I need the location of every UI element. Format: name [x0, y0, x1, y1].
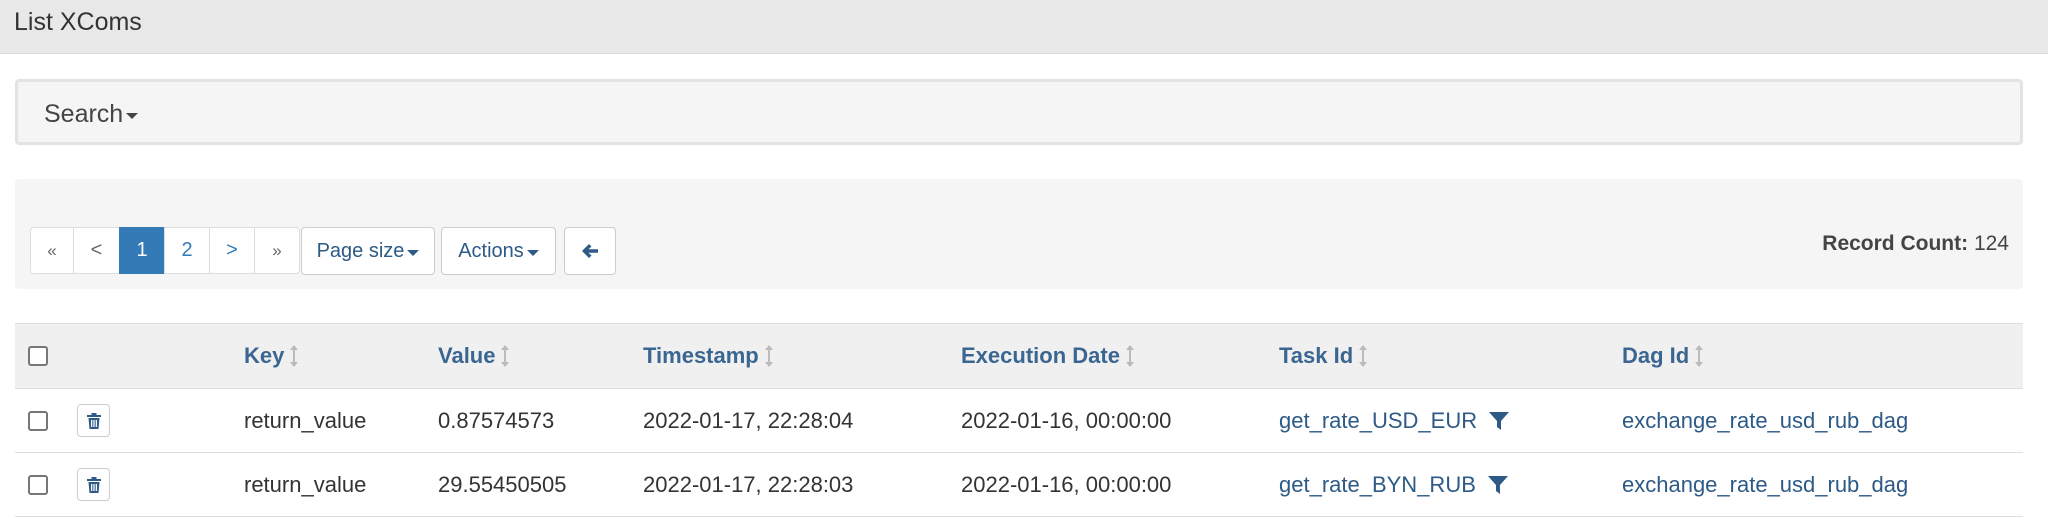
dag-id-link[interactable]: exchange_rate_usd_rub_dag [1622, 472, 1908, 498]
trash-icon [86, 476, 101, 493]
next-page-button[interactable]: > [209, 227, 255, 274]
prev-page-button[interactable]: < [73, 227, 120, 274]
arrow-left-icon [582, 244, 598, 258]
pagination: « < 1 2 > » [30, 227, 300, 274]
sort-icon [501, 345, 510, 367]
column-header-task-id[interactable]: Task Id [1279, 324, 1368, 388]
cell-task-id: get_rate_USD_EUR [1279, 389, 1510, 452]
xcom-table: Key Value Timestamp Execution Date Task … [15, 323, 2023, 517]
task-id-link[interactable]: get_rate_USD_EUR [1279, 408, 1477, 434]
page-size-label: Page size [316, 239, 405, 262]
caret-down-icon [407, 249, 420, 256]
toolbar-panel: « < 1 2 > » Page size Actions Record Cou… [15, 179, 2023, 289]
cell-value: 29.55450505 [438, 471, 567, 497]
sort-icon [290, 345, 299, 367]
column-header-execution-date[interactable]: Execution Date [961, 324, 1134, 388]
search-label: Search [44, 100, 124, 128]
actions-label: Actions [458, 239, 524, 262]
record-count-value: 124 [1973, 232, 2009, 255]
delete-button[interactable] [77, 404, 110, 437]
column-header-label: Value [438, 343, 496, 368]
select-all-cell [28, 324, 48, 388]
cell-timestamp: 2022-01-17, 22:28:03 [643, 471, 854, 497]
record-count: Record Count: 124 [1822, 232, 2009, 256]
delete-button[interactable] [77, 468, 110, 501]
record-count-label: Record Count: [1822, 232, 1969, 255]
filter-icon[interactable] [1489, 411, 1510, 431]
cell-key: return_value [244, 471, 367, 497]
column-header-label: Key [244, 343, 285, 368]
column-header-label: Task Id [1279, 343, 1354, 368]
row-select-cell [28, 453, 48, 516]
row-actions-cell [77, 453, 110, 516]
dag-id-link[interactable]: exchange_rate_usd_rub_dag [1622, 408, 1908, 434]
row-checkbox[interactable] [28, 474, 48, 495]
column-header-key[interactable]: Key [244, 324, 299, 388]
task-id-link[interactable]: get_rate_BYN_RUB [1279, 472, 1476, 498]
cell-execution-date: 2022-01-16, 00:00:00 [961, 471, 1172, 497]
caret-down-icon [126, 113, 139, 119]
row-select-cell [28, 389, 48, 452]
page-header: List XComs [0, 0, 2048, 54]
column-header-label: Timestamp [643, 343, 759, 368]
cell-dag-id: exchange_rate_usd_rub_dag [1622, 453, 1908, 516]
page-2-button[interactable]: 2 [164, 227, 210, 274]
row-actions-cell [77, 389, 110, 452]
cell-dag-id: exchange_rate_usd_rub_dag [1622, 389, 1908, 452]
cell-task-id: get_rate_BYN_RUB [1279, 453, 1508, 516]
table-row: return_value 0.87574573 2022-01-17, 22:2… [15, 389, 2023, 453]
trash-icon [86, 412, 101, 429]
select-all-checkbox[interactable] [28, 346, 48, 366]
cell-timestamp: 2022-01-17, 22:28:04 [643, 407, 854, 433]
actions-button[interactable]: Actions [441, 227, 556, 275]
page-title: List XComs [14, 8, 142, 36]
page-1-button[interactable]: 1 [119, 227, 165, 274]
last-page-button[interactable]: » [254, 227, 300, 274]
column-header-label: Execution Date [961, 343, 1120, 368]
sort-icon [1695, 345, 1704, 367]
caret-down-icon [526, 249, 539, 256]
sort-icon [1359, 345, 1368, 367]
sort-icon [1125, 345, 1134, 367]
first-page-button[interactable]: « [30, 227, 74, 274]
filter-icon[interactable] [1487, 475, 1508, 495]
back-button[interactable] [564, 227, 616, 275]
row-checkbox[interactable] [28, 410, 48, 431]
column-header-label: Dag Id [1622, 343, 1690, 368]
cell-key: return_value [244, 407, 367, 433]
search-toggle[interactable]: Search [44, 100, 139, 129]
column-header-value[interactable]: Value [438, 324, 510, 388]
column-header-dag-id[interactable]: Dag Id [1622, 324, 1704, 388]
table-header: Key Value Timestamp Execution Date Task … [15, 323, 2023, 389]
cell-execution-date: 2022-01-16, 00:00:00 [961, 407, 1172, 433]
column-header-timestamp[interactable]: Timestamp [643, 324, 773, 388]
sort-icon [764, 345, 773, 367]
page-size-button[interactable]: Page size [301, 227, 435, 275]
search-panel: Search [15, 79, 2023, 145]
table-row: return_value 29.55450505 2022-01-17, 22:… [15, 453, 2023, 517]
cell-value: 0.87574573 [438, 407, 555, 433]
